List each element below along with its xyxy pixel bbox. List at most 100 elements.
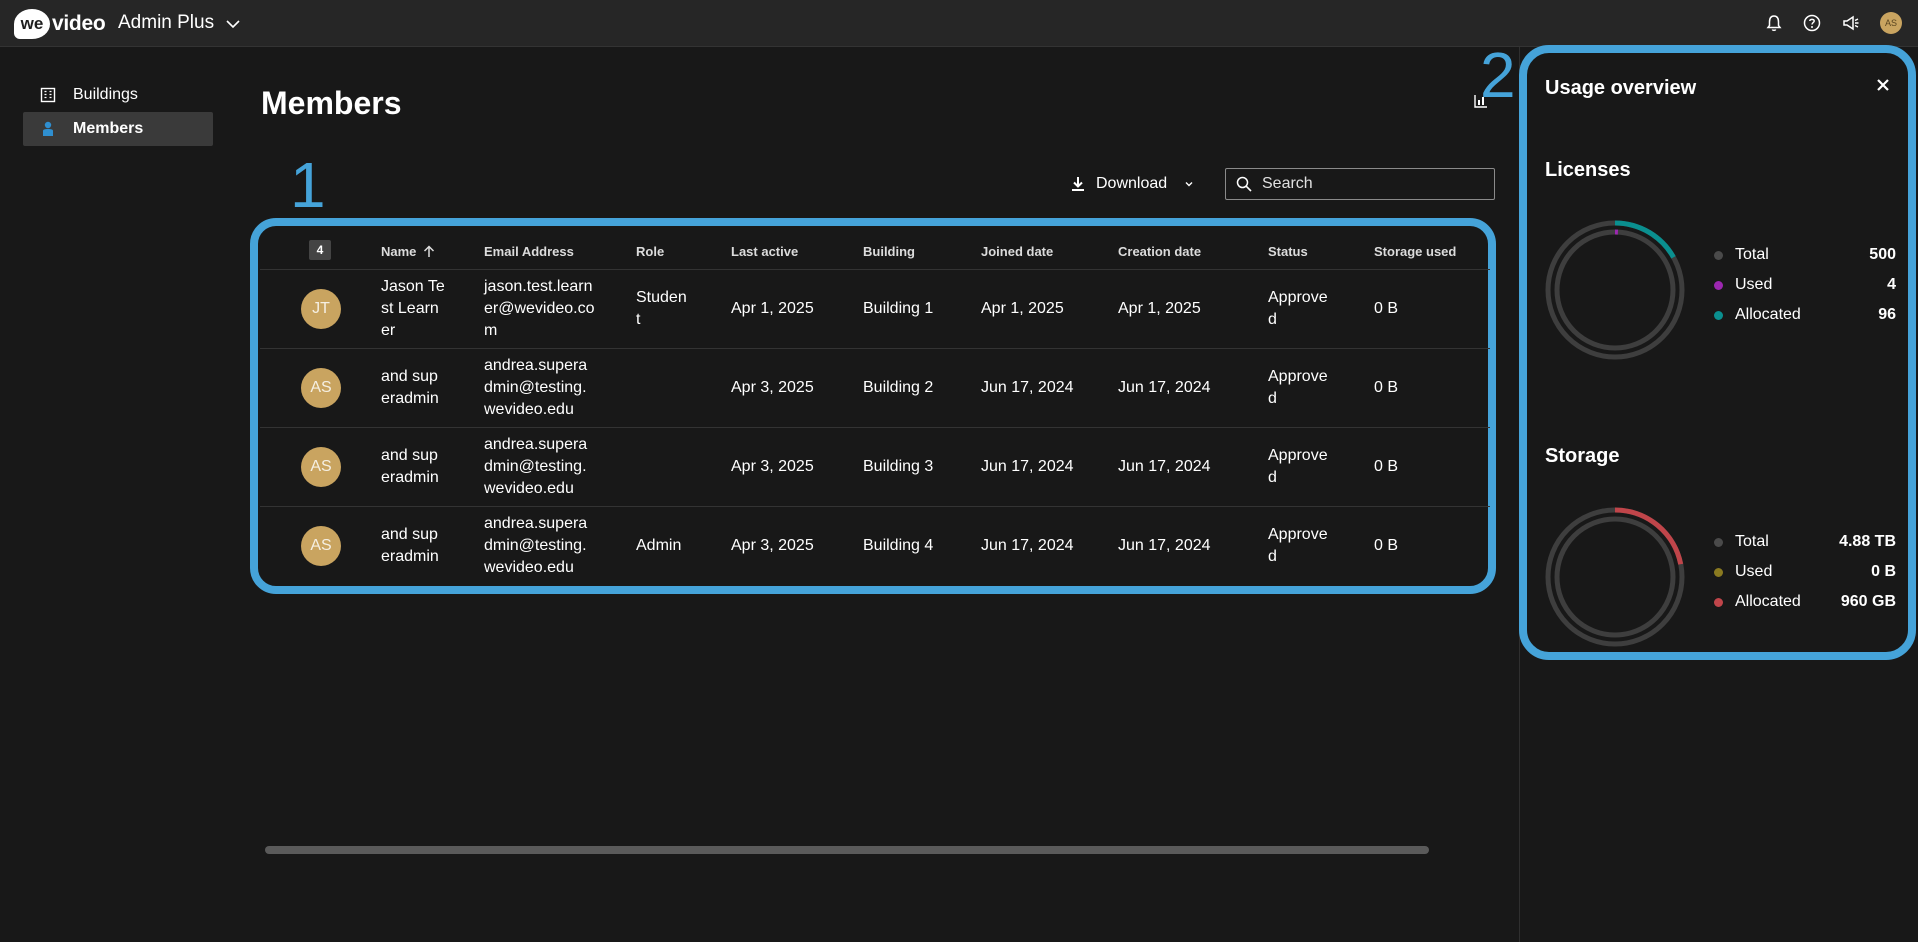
- legend-dot-allocated: [1714, 597, 1723, 607]
- legend-label: Used: [1735, 563, 1773, 580]
- help-icon[interactable]: [1802, 13, 1822, 33]
- column-header-label: Name: [381, 244, 417, 259]
- column-header-last-active[interactable]: Last active: [731, 244, 798, 259]
- column-header-creation-date[interactable]: Creation date: [1118, 244, 1201, 259]
- licenses-total-row: Total 500: [1714, 240, 1896, 270]
- member-building: Building 1: [863, 300, 934, 317]
- member-joined-date: Jun 17, 2024: [981, 379, 1074, 396]
- top-bar: we video Admin Plus AS: [0, 0, 1918, 47]
- storage-title: Storage: [1545, 445, 1620, 467]
- member-name: and sup eradmin: [381, 368, 439, 407]
- sort-ascending-icon: [424, 245, 435, 257]
- person-icon: [39, 120, 57, 138]
- column-header-email[interactable]: Email Address: [484, 244, 574, 259]
- member-role: Admin: [636, 537, 682, 554]
- legend-dot-total: [1714, 250, 1723, 260]
- plan-switcher[interactable]: Admin Plus: [118, 12, 240, 34]
- download-label: Download: [1096, 175, 1168, 192]
- member-last-active: Apr 3, 2025: [731, 379, 814, 396]
- member-status: Approve d: [1268, 447, 1328, 486]
- chevron-down-icon: [226, 19, 240, 28]
- member-status: Approve d: [1268, 289, 1328, 328]
- member-storage-used: 0 B: [1374, 458, 1399, 475]
- legend-value: 0 B: [1871, 563, 1896, 580]
- usage-overview-title: Usage overview: [1545, 77, 1697, 99]
- download-icon: [1072, 177, 1084, 191]
- member-joined-date: Jun 17, 2024: [981, 537, 1074, 554]
- storage-used-row: Used 0 B: [1714, 557, 1896, 587]
- member-email: jason.test.learn er@wevideo.co m: [484, 278, 595, 339]
- table-row[interactable]: AS and sup eradmin andrea.supera dmin@te…: [260, 428, 1490, 507]
- member-name: and sup eradmin: [381, 526, 439, 565]
- download-button[interactable]: Download: [1070, 168, 1195, 200]
- member-building: Building 2: [863, 379, 934, 396]
- avatar: AS: [301, 368, 341, 408]
- member-status: Approve d: [1268, 368, 1328, 407]
- bell-icon[interactable]: [1764, 13, 1784, 33]
- legend-value: 960 GB: [1840, 593, 1896, 610]
- member-creation-date: Jun 17, 2024: [1118, 537, 1211, 554]
- legend-value: 4.88 TB: [1839, 533, 1896, 550]
- close-icon[interactable]: [1876, 78, 1892, 94]
- storage-legend: Total 4.88 TB Used 0 B Allocated 960 GB: [1714, 527, 1896, 617]
- member-last-active: Apr 3, 2025: [731, 537, 814, 554]
- table-row[interactable]: AS and sup eradmin andrea.supera dmin@te…: [260, 349, 1490, 428]
- page-title: Members: [261, 85, 402, 121]
- member-creation-date: Apr 1, 2025: [1118, 300, 1201, 317]
- licenses-allocated-row: Allocated 96: [1714, 300, 1896, 330]
- logo-we-mark: we: [14, 9, 50, 39]
- wevideo-logo[interactable]: we video: [14, 9, 106, 39]
- search-input[interactable]: [1262, 175, 1482, 193]
- sidebar-item-members[interactable]: Members: [23, 112, 213, 146]
- legend-dot-used: [1714, 567, 1723, 577]
- legend-dot-allocated: [1714, 310, 1723, 320]
- member-storage-used: 0 B: [1374, 300, 1399, 317]
- legend-value: 96: [1878, 306, 1896, 323]
- member-name: Jason Te st Learn er: [381, 278, 445, 339]
- column-header-name[interactable]: Name: [381, 244, 435, 259]
- column-header-joined-date[interactable]: Joined date: [981, 244, 1053, 259]
- column-header-storage-used[interactable]: Storage used: [1374, 244, 1456, 259]
- sidebar-item-buildings[interactable]: Buildings: [23, 78, 213, 112]
- member-last-active: Apr 1, 2025: [731, 300, 814, 317]
- user-avatar[interactable]: AS: [1880, 12, 1902, 34]
- plan-name: Admin Plus: [118, 12, 215, 33]
- member-role: Studen t: [636, 289, 687, 328]
- member-last-active: Apr 3, 2025: [731, 458, 814, 475]
- legend-dot-total: [1714, 537, 1723, 547]
- table-row[interactable]: JT Jason Te st Learn er jason.test.learn…: [260, 270, 1490, 349]
- member-creation-date: Jun 17, 2024: [1118, 379, 1211, 396]
- column-header-status[interactable]: Status: [1268, 244, 1308, 259]
- member-storage-used: 0 B: [1374, 537, 1399, 554]
- member-creation-date: Jun 17, 2024: [1118, 458, 1211, 475]
- licenses-title: Licenses: [1545, 159, 1631, 181]
- member-building: Building 3: [863, 458, 934, 475]
- member-name: and sup eradmin: [381, 447, 439, 486]
- member-building: Building 4: [863, 537, 934, 554]
- column-header-role[interactable]: Role: [636, 244, 664, 259]
- members-table: 4 Name Email Address Role Last active Bu…: [260, 232, 1490, 586]
- legend-label: Total: [1735, 246, 1769, 263]
- licenses-donut-chart: [1545, 220, 1685, 360]
- storage-allocated-row: Allocated 960 GB: [1714, 587, 1896, 617]
- legend-label: Used: [1735, 276, 1773, 293]
- member-joined-date: Apr 1, 2025: [981, 300, 1064, 317]
- megaphone-icon[interactable]: [1841, 13, 1861, 33]
- avatar: AS: [301, 447, 341, 487]
- member-email: andrea.supera dmin@testing. wevideo.edu: [484, 436, 588, 497]
- legend-label: Total: [1735, 533, 1769, 550]
- member-count-badge: 4: [309, 240, 331, 260]
- table-row[interactable]: AS and sup eradmin andrea.supera dmin@te…: [260, 507, 1490, 586]
- table-header-row: 4 Name Email Address Role Last active Bu…: [260, 232, 1490, 270]
- sidebar: Buildings Members: [23, 78, 213, 146]
- sidebar-item-label: Members: [73, 120, 144, 137]
- column-header-building[interactable]: Building: [863, 244, 915, 259]
- search-box[interactable]: [1225, 168, 1495, 200]
- member-email: andrea.supera dmin@testing. wevideo.edu: [484, 515, 588, 576]
- legend-dot-used: [1714, 280, 1723, 290]
- usage-chart-toggle-icon[interactable]: [1474, 94, 1490, 110]
- legend-value: 4: [1887, 276, 1896, 293]
- horizontal-scrollbar[interactable]: [265, 846, 1429, 854]
- sidebar-item-label: Buildings: [73, 86, 138, 103]
- storage-total-row: Total 4.88 TB: [1714, 527, 1896, 557]
